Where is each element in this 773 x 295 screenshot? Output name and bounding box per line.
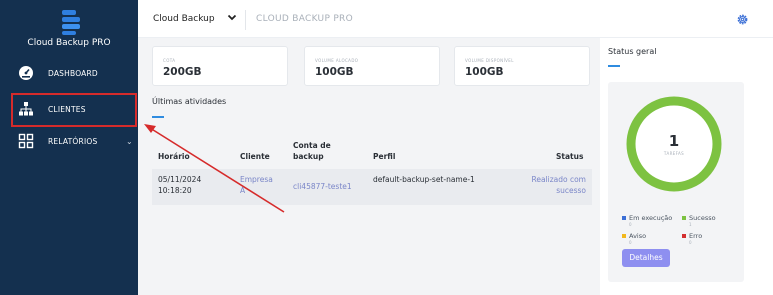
legend-count: 0 [629, 222, 632, 227]
card-label: VOLUME ALOCADO [315, 58, 359, 63]
card-value: 200GB [163, 66, 202, 78]
grid-icon [18, 133, 34, 149]
column-header: Cliente [240, 152, 270, 161]
sidebar-item-relatorios[interactable]: RELATÓRIOS ⌄ [0, 126, 138, 156]
cell-status: Realizado com sucesso [531, 175, 586, 195]
legend-label: Em execução [629, 214, 673, 222]
legend-dot [682, 216, 686, 220]
legend-label: Erro [689, 232, 703, 240]
quota-card: COTA 200GB [152, 46, 288, 86]
column-header: Horário [158, 152, 190, 161]
legend-count: 1 [689, 222, 692, 227]
sidebar: Cloud Backup PRO DASHBOARD CLIENTES RELA… [0, 0, 138, 295]
table-row[interactable]: 05/11/2024 10:18:20 Empresa A cli45877-t… [152, 169, 592, 205]
card-label: VOLUME DISPONÍVEL [465, 58, 514, 63]
tasks-label: TAREFAS [663, 151, 685, 156]
cell-account[interactable]: cli45877-teste1 [293, 181, 352, 192]
column-header: Status [556, 152, 584, 161]
highlight-box [11, 93, 137, 127]
app-window: Cloud Backup PRO DASHBOARD CLIENTES RELA… [0, 0, 773, 295]
legend-label: Sucesso [689, 214, 716, 222]
legend-count: 0 [629, 240, 632, 245]
divider [245, 10, 246, 30]
tab-underline [608, 65, 620, 67]
legend-dot [682, 234, 686, 238]
legend-dot [622, 234, 626, 238]
cell-time: 05/11/2024 10:18:20 [158, 175, 202, 195]
tab-latest-activities[interactable]: Últimas atividades [152, 97, 226, 106]
topbar: Cloud Backup CLOUD BACKUP PRO [138, 0, 773, 38]
legend-success: Sucesso 1 [682, 214, 716, 227]
allocated-volume-card: VOLUME ALOCADO 100GB [304, 46, 440, 86]
sidebar-item-label: RELATÓRIOS [48, 136, 98, 146]
cell-client[interactable]: Empresa A [240, 174, 278, 196]
legend-count: 0 [689, 240, 692, 245]
column-header: Conta de backup [293, 141, 331, 161]
legend-dot [622, 216, 626, 220]
main-content: COTA 200GB VOLUME ALOCADO 100GB VOLUME D… [138, 38, 600, 295]
legend-warning: Aviso 0 [622, 232, 646, 245]
chevron-down-icon[interactable] [227, 12, 237, 22]
column-header: Perfil [373, 152, 396, 161]
available-volume-card: VOLUME DISPONÍVEL 100GB [454, 46, 590, 86]
status-panel-title: Status geral [608, 47, 657, 56]
speedometer-icon [19, 66, 33, 80]
brand-name: Cloud Backup PRO [27, 38, 111, 48]
legend-running: Em execução 0 [622, 214, 672, 227]
card-value: 100GB [315, 66, 354, 78]
sidebar-item-dashboard[interactable]: DASHBOARD [0, 58, 138, 88]
legend-error: Erro 0 [682, 232, 702, 245]
service-select[interactable]: Cloud Backup [153, 14, 215, 24]
details-button[interactable]: Detalhes [622, 249, 670, 267]
tab-underline [152, 116, 164, 118]
chevron-down-icon: ⌄ [126, 136, 133, 146]
product-name: CLOUD BACKUP PRO [256, 14, 353, 24]
cloud-backup-logo-icon [62, 10, 80, 35]
gear-icon[interactable] [736, 13, 749, 26]
status-panel: Status geral 1 TAREFAS Em execução 0 Suc… [600, 38, 773, 295]
legend-label: Aviso [629, 232, 647, 240]
status-card: 1 TAREFAS Em execução 0 Sucesso 1 Aviso … [608, 82, 744, 282]
cell-profile: default-backup-set-name-1 [373, 175, 475, 184]
card-label: COTA [163, 58, 176, 63]
card-value: 100GB [465, 66, 504, 78]
tasks-total: 1 [668, 132, 680, 150]
sidebar-item-label: DASHBOARD [48, 68, 98, 78]
